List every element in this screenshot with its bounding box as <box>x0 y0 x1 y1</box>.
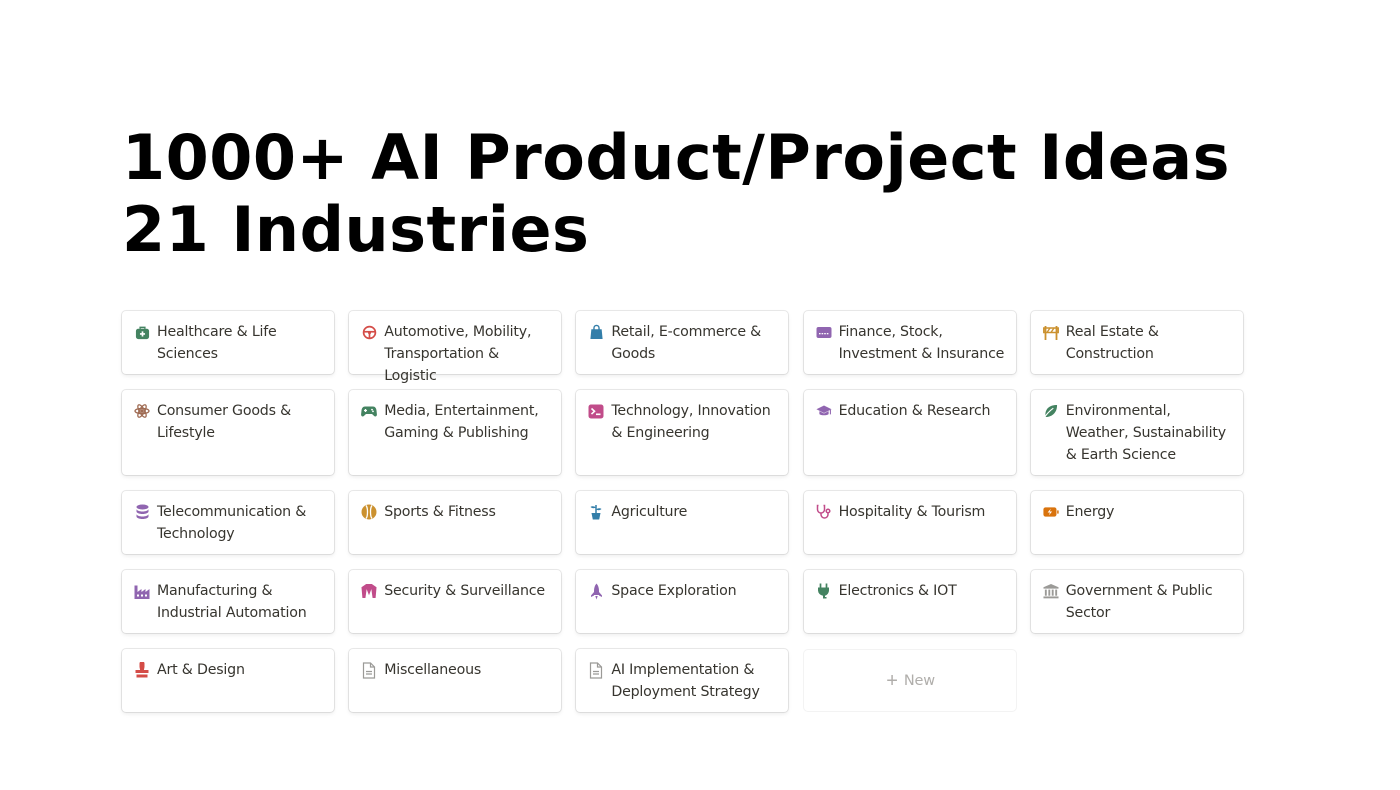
industry-card-title: AI Implementation & Deployment Strategy <box>611 662 760 700</box>
industry-card[interactable]: Space Exploration <box>576 570 789 633</box>
industry-card[interactable]: Art & Design <box>122 649 334 712</box>
industry-card[interactable]: Agriculture <box>576 491 789 554</box>
terminal-icon <box>588 403 604 419</box>
industry-card-title: Manufacturing & Industrial Automation <box>157 583 307 621</box>
plant-pot-icon <box>588 504 604 520</box>
bank-icon <box>1043 583 1059 599</box>
industry-card-title: Telecommunication & Technology <box>157 504 307 542</box>
industry-card-title: Technology, Innovation & Engineering <box>611 403 771 441</box>
stethoscope-icon <box>816 504 832 520</box>
battery-charging-icon <box>1043 504 1059 520</box>
industry-card-title: Healthcare & Life Sciences <box>157 324 277 362</box>
industry-card[interactable]: Environmental, Weather, Sustainability &… <box>1030 390 1243 475</box>
industry-card[interactable]: Miscellaneous <box>349 649 562 712</box>
title-line-2: 21 Industries <box>122 193 590 266</box>
document-icon <box>361 661 377 679</box>
document-icon <box>588 661 604 679</box>
industry-card-title: Sports & Fitness <box>384 504 496 520</box>
industry-card-title: Consumer Goods & Lifestyle <box>157 403 291 441</box>
industry-card-title: Government & Public Sector <box>1065 583 1213 621</box>
tennis-ball-icon <box>361 504 377 520</box>
leaf-icon <box>1043 403 1059 419</box>
industry-card[interactable]: Education & Research <box>803 390 1016 475</box>
industry-card[interactable]: Manufacturing & Industrial Automation <box>122 570 334 633</box>
industry-card[interactable]: Finance, Stock, Investment & Insurance <box>803 311 1016 374</box>
industry-card-title: Energy <box>1065 504 1115 520</box>
plug-icon <box>816 583 832 599</box>
industry-card-title: Finance, Stock, Investment & Insurance <box>838 324 1005 362</box>
industry-card[interactable]: Media, Entertainment, Gaming & Publishin… <box>349 390 562 475</box>
gamepad-icon <box>361 403 378 419</box>
industry-card-title: Environmental, Weather, Sustainability &… <box>1065 403 1226 463</box>
industry-card-title: Real Estate & Construction <box>1065 324 1159 362</box>
credit-card-icon <box>816 324 832 340</box>
industry-card[interactable]: AI Implementation & Deployment Strategy <box>576 649 789 712</box>
atom-icon <box>134 403 150 419</box>
industry-card-title: Electronics & IOT <box>838 583 957 599</box>
industry-gallery: Healthcare & Life Sciences Automotive, Mo… <box>122 311 1243 728</box>
industry-card-title: Media, Entertainment, Gaming & Publishin… <box>384 403 539 441</box>
jacket-icon <box>361 583 377 599</box>
industry-card[interactable]: Security & Surveillance <box>349 570 562 633</box>
industry-card[interactable]: Real Estate & Construction <box>1030 311 1243 374</box>
industry-card-title: Miscellaneous <box>384 662 482 678</box>
industry-card[interactable]: Consumer Goods & Lifestyle <box>122 390 334 475</box>
new-card-button[interactable]: + New <box>803 650 1016 711</box>
industry-card[interactable]: Hospitality & Tourism <box>803 491 1016 554</box>
medical-bag-icon <box>134 324 150 340</box>
industry-card-title: Hospitality & Tourism <box>838 504 986 520</box>
database-icon <box>134 504 150 520</box>
industry-card-title: Art & Design <box>157 662 245 678</box>
industry-card[interactable]: Government & Public Sector <box>1030 570 1243 633</box>
industry-card[interactable]: Telecommunication & Technology <box>122 491 334 554</box>
factory-icon <box>134 583 150 599</box>
shopping-bag-icon <box>588 324 604 340</box>
industry-card-title: Agriculture <box>611 504 688 520</box>
stamp-icon <box>134 662 150 678</box>
industry-card[interactable]: Energy <box>1030 491 1243 554</box>
industry-card[interactable]: Electronics & IOT <box>803 570 1016 633</box>
new-card-label: New <box>903 672 935 689</box>
rocket-icon <box>588 583 604 599</box>
plus-icon: + <box>886 669 898 692</box>
industry-card[interactable]: Technology, Innovation & Engineering <box>576 390 789 475</box>
industry-card[interactable]: Retail, E-commerce & Goods <box>576 311 789 374</box>
steering-wheel-icon <box>361 324 377 340</box>
industry-card[interactable]: Healthcare & Life Sciences <box>122 311 334 374</box>
industry-card-title: Space Exploration <box>611 583 737 599</box>
graduation-cap-icon <box>816 403 832 419</box>
barrier-icon <box>1042 324 1059 340</box>
industry-card-title: Security & Surveillance <box>384 583 545 599</box>
title-line-1: 1000+ AI Product/Project Ideas <box>122 121 1231 194</box>
industry-card-title: Retail, E-commerce & Goods <box>611 324 762 362</box>
industry-card[interactable]: Automotive, Mobility, Transportation & L… <box>349 311 562 384</box>
page-title: 1000+ AI Product/Project Ideas 21 Indust… <box>122 122 1230 266</box>
industry-card[interactable]: Sports & Fitness <box>349 491 562 554</box>
industry-card-title: Education & Research <box>838 403 991 419</box>
industry-card-title: Automotive, Mobility, Transportation & L… <box>384 324 532 384</box>
